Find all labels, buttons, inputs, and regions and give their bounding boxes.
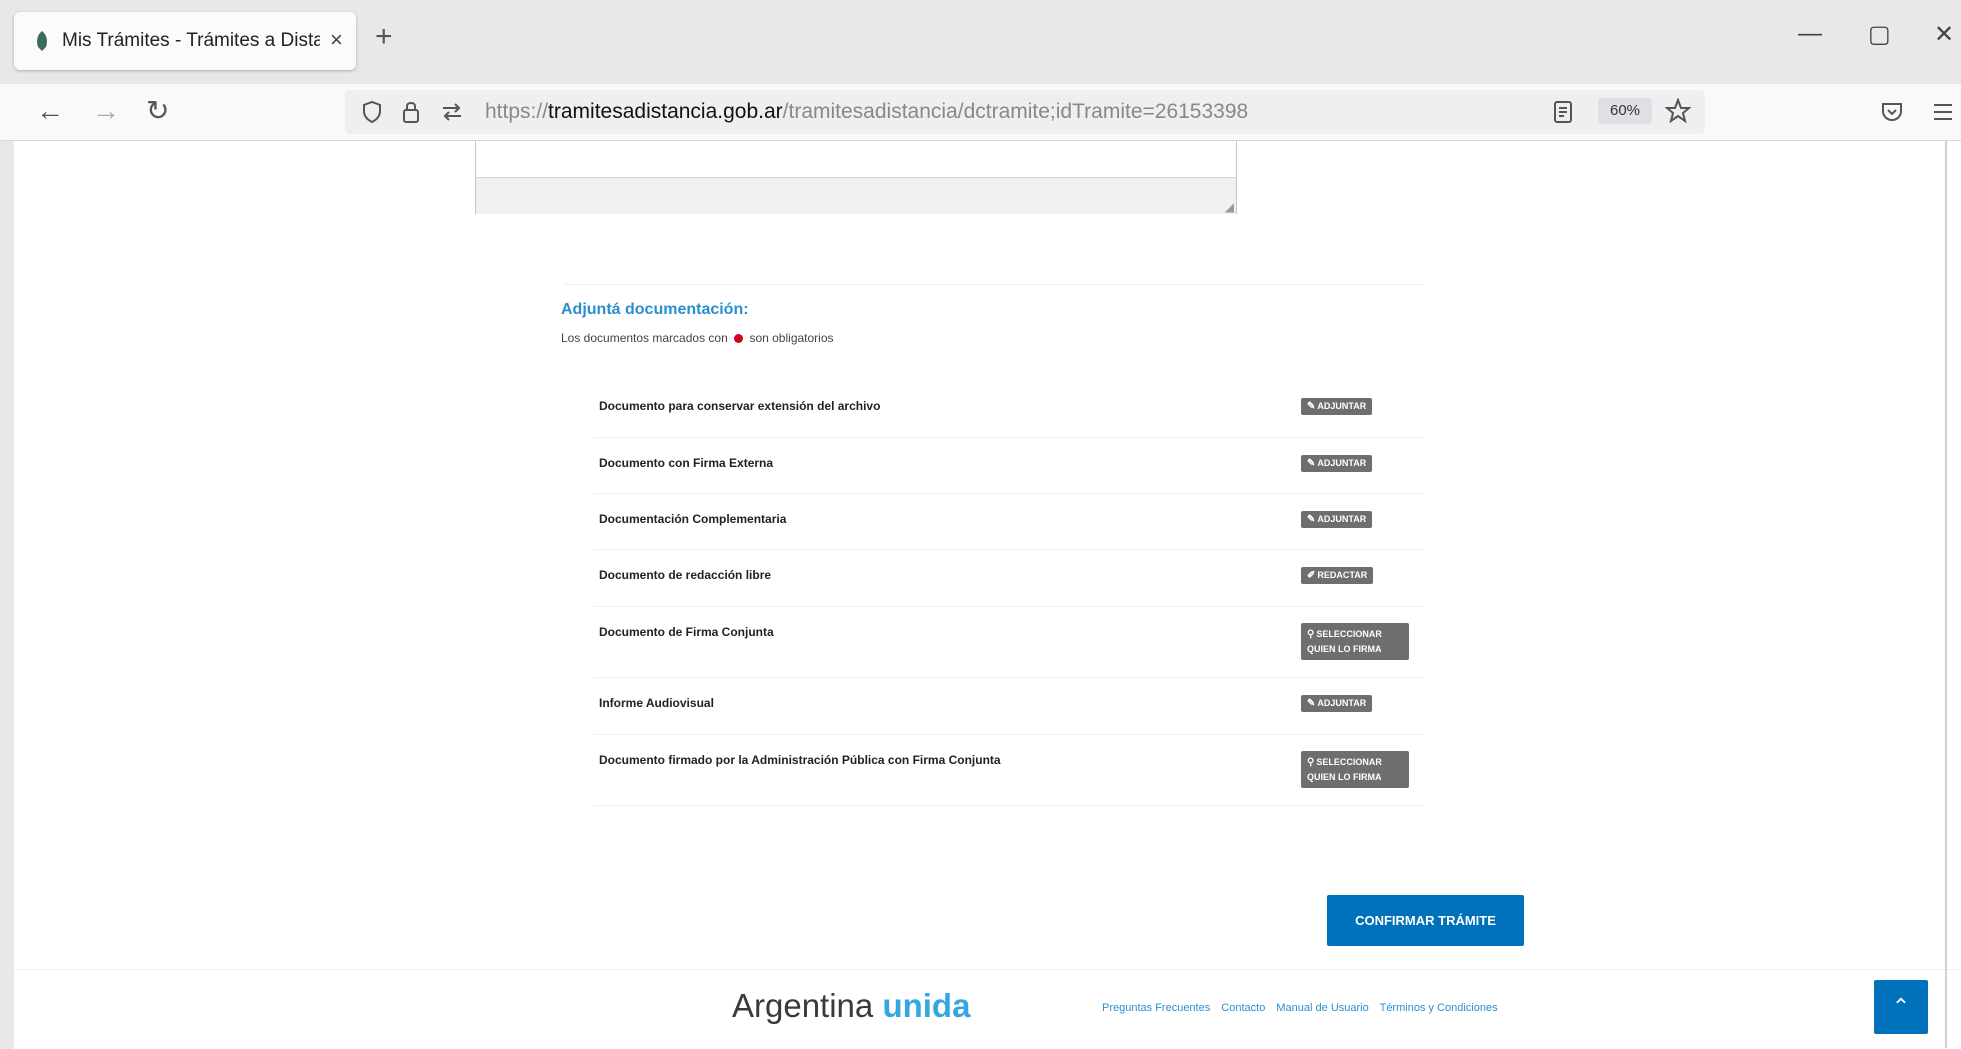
attach-button-label: Adjuntar — [1317, 514, 1367, 524]
footer-link-faq[interactable]: Preguntas Frecuentes — [1102, 1002, 1210, 1014]
attach-icon: ✎ — [1307, 401, 1316, 412]
select-signer-button-label: Seleccionar quien lo firma — [1307, 757, 1382, 782]
document-label: Informe Audiovisual — [599, 696, 714, 710]
url-host: tramitesadistancia.gob.ar — [548, 100, 783, 123]
attach-button[interactable]: ✎ Adjuntar — [1301, 695, 1373, 712]
permissions-icon[interactable] — [441, 103, 463, 121]
url-text[interactable]: https://tramitesadistancia.gob.ar/tramit… — [485, 100, 1248, 124]
select-signer-button[interactable]: ⚲ Seleccionar quien lo firma — [1301, 751, 1409, 788]
forward-icon[interactable]: → — [92, 96, 120, 126]
section-divider — [564, 284, 1424, 285]
page-footer: Argentina unida Preguntas Frecuentes Con… — [14, 969, 1961, 1049]
back-icon[interactable]: ← — [36, 96, 64, 126]
document-row: Documento firmado por la Administración … — [594, 735, 1424, 806]
footer-link-contact[interactable]: Contacto — [1221, 1002, 1265, 1014]
document-label: Documento para conservar extensión del a… — [599, 399, 881, 413]
zoom-level-badge[interactable]: 60% — [1598, 98, 1652, 124]
lock-icon[interactable] — [401, 99, 421, 125]
document-list: Documento para conservar extensión del a… — [594, 381, 1424, 806]
select-signer-button-label: Seleccionar quien lo firma — [1307, 629, 1382, 654]
close-window-icon[interactable]: ✕ — [1934, 20, 1954, 49]
tab-title: Mis Trámites - Trámites a Dista — [62, 30, 320, 51]
document-label: Documento de redacción libre — [599, 568, 772, 582]
document-label: Documentación Complementaria — [599, 512, 787, 526]
select-signer-button[interactable]: ⚲ Seleccionar quien lo firma — [1301, 623, 1409, 660]
browser-tab[interactable]: Mis Trámites - Trámites a Dista × — [14, 12, 356, 70]
search-icon: ⚲ — [1307, 757, 1315, 768]
reader-view-icon[interactable] — [1553, 100, 1573, 124]
attach-docs-title: Adjuntá documentación: — [561, 301, 749, 318]
document-label: Documento de Firma Conjunta — [599, 625, 774, 639]
write-button[interactable]: ✐ Redactar — [1301, 567, 1374, 584]
document-row: Documento de Firma Conjunta ⚲ Seleccionar… — [594, 607, 1424, 678]
document-row: Documento de redacción libre ✐ Redactar — [594, 550, 1424, 607]
url-prefix: https:// — [485, 100, 549, 123]
brand-accent: unida — [882, 987, 971, 1024]
document-label: Documento firmado por la Administración … — [599, 753, 1001, 767]
attach-icon: ✎ — [1307, 514, 1316, 525]
browser-tab-bar: Mis Trámites - Trámites a Dista × + — ▢ … — [0, 0, 1961, 84]
shield-icon[interactable] — [361, 100, 383, 124]
brand-main: Argentina — [732, 987, 874, 1024]
write-button-label: Redactar — [1317, 570, 1368, 580]
observations-textarea[interactable]: ◢ — [475, 141, 1237, 214]
back-to-top-button[interactable]: ⌃ — [1874, 980, 1928, 1034]
tab-close-icon[interactable]: × — [330, 27, 343, 53]
footer-link-terms[interactable]: Términos y Condiciones — [1380, 1002, 1498, 1014]
restore-icon[interactable]: ▢ — [1868, 20, 1891, 49]
required-docs-note: Los documentos marcados con son obligato… — [561, 331, 834, 345]
attach-button-label: Adjuntar — [1317, 401, 1367, 411]
document-row: Documento con Firma Externa ✎ Adjuntar — [594, 438, 1424, 494]
footer-links: Preguntas Frecuentes Contacto Manual de … — [1102, 1002, 1506, 1014]
confirm-procedure-button[interactable]: CONFIRMAR TRÁMITE — [1327, 895, 1524, 946]
attach-button-label: Adjuntar — [1317, 698, 1367, 708]
reload-icon[interactable]: ↻ — [146, 96, 169, 126]
resize-grip-icon[interactable]: ◢ — [1225, 200, 1234, 214]
footer-link-manual[interactable]: Manual de Usuario — [1276, 1002, 1368, 1014]
attach-button[interactable]: ✎ Adjuntar — [1301, 398, 1373, 415]
pencil-icon: ✐ — [1307, 570, 1316, 581]
attach-button-label: Adjuntar — [1317, 458, 1367, 468]
browser-nav-bar: ← → ↻ https://tramitesadistancia.gob.ar/… — [0, 84, 1961, 141]
document-row: Documentación Complementaria ✎ Adjuntar — [594, 494, 1424, 550]
new-tab-button[interactable]: + — [375, 22, 393, 52]
attach-button[interactable]: ✎ Adjuntar — [1301, 511, 1373, 528]
note-text-after: son obligatorios — [749, 331, 834, 345]
page-content: ◢ Adjuntá documentación: Los documentos … — [14, 141, 1961, 1049]
document-row: Documento para conservar extensión del a… — [594, 381, 1424, 438]
url-bar[interactable]: https://tramitesadistancia.gob.ar/tramit… — [345, 90, 1705, 134]
url-path: /tramitesadistancia/dctramite;idTramite=… — [782, 100, 1249, 123]
document-label: Documento con Firma Externa — [599, 456, 774, 470]
attach-icon: ✎ — [1307, 458, 1316, 469]
textarea-lower-area[interactable]: ◢ — [476, 177, 1236, 214]
argentina-favicon-icon — [37, 31, 47, 51]
attach-icon: ✎ — [1307, 698, 1316, 709]
search-icon: ⚲ — [1307, 629, 1315, 640]
required-dot-icon — [734, 334, 744, 344]
minimize-icon[interactable]: — — [1798, 20, 1822, 48]
argentina-unida-logo: Argentina unida — [732, 987, 970, 1025]
document-row: Informe Audiovisual ✎ Adjuntar — [594, 678, 1424, 735]
bookmark-star-icon[interactable] — [1665, 98, 1691, 124]
attach-button[interactable]: ✎ Adjuntar — [1301, 455, 1373, 472]
scrollbar-track[interactable] — [1945, 141, 1947, 1048]
pocket-icon[interactable] — [1880, 100, 1904, 124]
hamburger-menu-icon[interactable] — [1932, 102, 1954, 122]
note-text-before: Los documentos marcados con — [561, 331, 728, 345]
